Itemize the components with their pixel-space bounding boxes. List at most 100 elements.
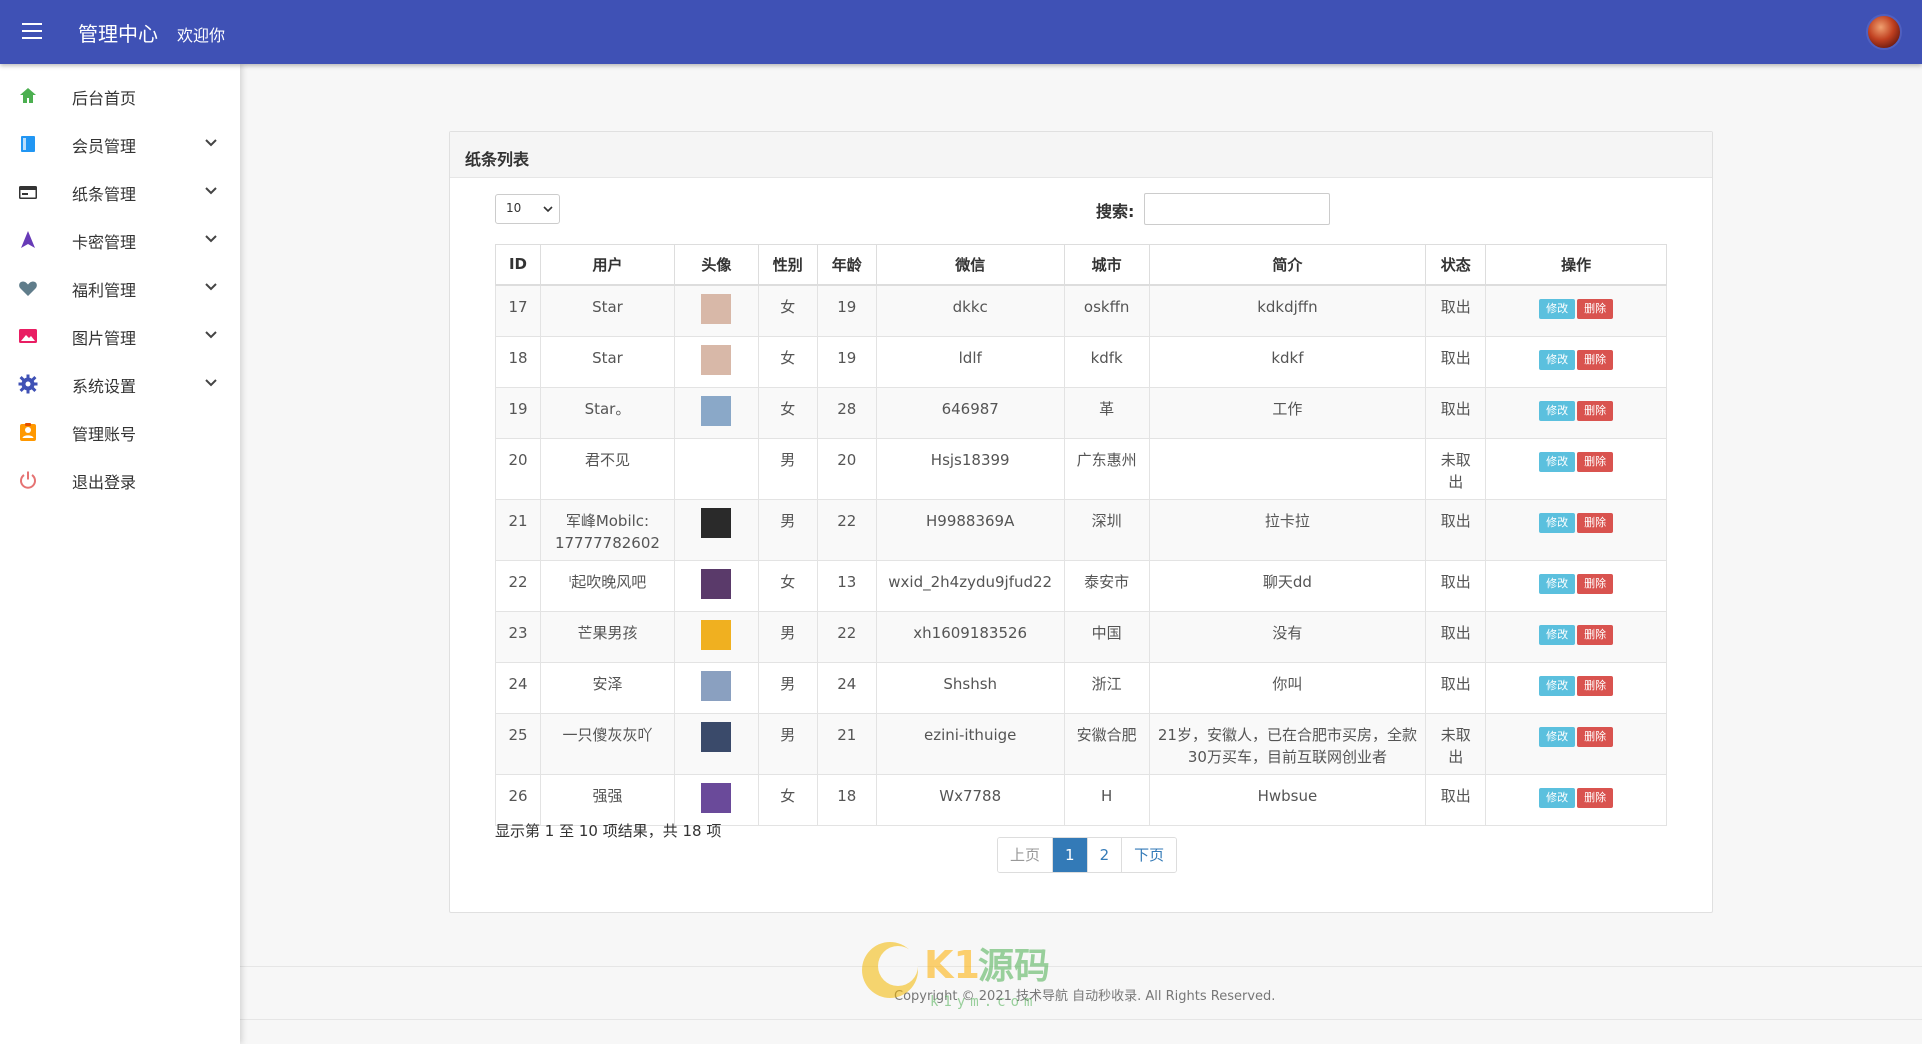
- cell-status: 取出: [1425, 559, 1487, 612]
- actions-cell: 修改 删除: [1485, 610, 1667, 663]
- edit-button[interactable]: 修改: [1539, 787, 1576, 808]
- col-intro[interactable]: 简介: [1148, 244, 1427, 286]
- cell-gender: 女: [757, 284, 818, 337]
- cell-city: 广东惠州: [1063, 437, 1150, 500]
- page-1-button[interactable]: 1: [1052, 838, 1087, 872]
- edit-button[interactable]: 修改: [1539, 512, 1576, 533]
- page-length-select[interactable]: 10: [495, 194, 560, 224]
- cell-status: 取出: [1425, 773, 1487, 826]
- edit-button[interactable]: 修改: [1539, 349, 1576, 370]
- sidebar-item[interactable]: 纸条管理: [0, 167, 240, 215]
- book-icon: [18, 134, 38, 154]
- sidebar-item[interactable]: 系统设置: [0, 359, 240, 407]
- col-user[interactable]: 用户: [539, 244, 675, 286]
- sidebar-item-label: 会员管理: [72, 137, 137, 156]
- cell-age: 20: [816, 437, 877, 500]
- actions-cell: 修改 删除: [1485, 386, 1667, 439]
- edit-button[interactable]: 修改: [1539, 624, 1576, 645]
- cell-gender: 女: [757, 559, 818, 612]
- actions-cell: 修改 删除: [1485, 284, 1667, 337]
- table-header-row: ID 用户 头像 性别 年龄 微信 城市 简介 状态 操作: [495, 244, 1667, 286]
- edit-button[interactable]: 修改: [1539, 451, 1576, 472]
- cell-intro: kdkf: [1148, 335, 1427, 388]
- actions-cell: 修改 删除: [1485, 712, 1667, 775]
- col-city[interactable]: 城市: [1063, 244, 1150, 286]
- next-page-button[interactable]: 下页: [1121, 838, 1177, 872]
- delete-button[interactable]: 删除: [1577, 787, 1614, 808]
- search-input[interactable]: [1144, 193, 1330, 225]
- sidebar-item[interactable]: 卡密管理: [0, 215, 240, 263]
- menu-icon[interactable]: [22, 23, 42, 41]
- cell-gender: 女: [757, 335, 818, 388]
- edit-button[interactable]: 修改: [1539, 298, 1576, 319]
- sidebar-item[interactable]: 退出登录: [0, 455, 240, 503]
- cell-status: 取出: [1425, 386, 1487, 439]
- cell-wechat: ezini-ithuige: [875, 712, 1065, 775]
- page-2-button[interactable]: 2: [1086, 838, 1122, 872]
- col-wechat[interactable]: 微信: [875, 244, 1065, 286]
- cell-intro: 没有: [1148, 610, 1427, 663]
- col-id[interactable]: ID: [495, 244, 541, 286]
- cell-intro: 聊天dd: [1148, 559, 1427, 612]
- cell-city: 革: [1063, 386, 1150, 439]
- cell-wechat: H9988369A: [875, 498, 1065, 561]
- delete-button[interactable]: 删除: [1577, 349, 1614, 370]
- cell-id: 25: [495, 712, 541, 775]
- delete-button[interactable]: 删除: [1577, 400, 1614, 421]
- table-row: 21 军峰Mobilc: 17777782602 男 22 H9988369A 深圳 拉卡拉…: [495, 498, 1667, 561]
- cell-status: 取出: [1425, 610, 1487, 663]
- delete-button[interactable]: 删除: [1577, 675, 1614, 696]
- data-table: ID 用户 头像 性别 年龄 微信 城市 简介 状态 操作 17 Star 女 19 d…: [495, 244, 1667, 826]
- table-row: 19 Star。女 28 646987 革工作 取出 修改 删除: [495, 386, 1667, 439]
- edit-button[interactable]: 修改: [1539, 726, 1576, 747]
- cell-age: 21: [816, 712, 877, 775]
- cell-id: 24: [495, 661, 541, 714]
- user-avatar[interactable]: [1866, 14, 1902, 50]
- cell-city: H: [1063, 773, 1150, 826]
- sidebar-item-label: 管理账号: [72, 425, 137, 444]
- col-age[interactable]: 年龄: [816, 244, 877, 286]
- cell-gender: 男: [757, 610, 818, 663]
- delete-button[interactable]: 删除: [1577, 726, 1614, 747]
- delete-button[interactable]: 删除: [1577, 298, 1614, 319]
- avatar: [701, 568, 732, 599]
- delete-button[interactable]: 删除: [1577, 451, 1614, 472]
- sidebar-item[interactable]: 图片管理: [0, 311, 240, 359]
- cell-intro: kdkdjffn: [1148, 284, 1427, 337]
- delete-button[interactable]: 删除: [1577, 573, 1614, 594]
- col-status[interactable]: 状态: [1425, 244, 1487, 286]
- table-row: 24 安泽男 24 Shshsh 浙江 你叫 取出 修改 删除: [495, 661, 1667, 714]
- edit-button[interactable]: 修改: [1539, 400, 1576, 421]
- list-panel: 纸条列表 10 搜索: ID 用户 头像 性别 年龄 微信 城市 简介 状态 操…: [449, 131, 1713, 913]
- sidebar-item-label: 卡密管理: [72, 233, 137, 252]
- avatar-cell: [673, 335, 759, 388]
- delete-button[interactable]: 删除: [1577, 624, 1614, 645]
- card-icon: [18, 182, 38, 202]
- sidebar-item[interactable]: 管理账号: [0, 407, 240, 455]
- navigation-icon: [18, 230, 38, 250]
- chevron-down-icon: [543, 206, 553, 213]
- delete-button[interactable]: 删除: [1577, 512, 1614, 533]
- table-row: 23 芒果男孩男 22 xh1609183526 中国 没有 取出 修改 删除: [495, 610, 1667, 663]
- cell-id: 18: [495, 335, 541, 388]
- table-row: 20 君不见男 20 Hsjs18399 广东惠州 未取出 修改 删除: [495, 437, 1667, 500]
- sidebar-item[interactable]: 会员管理: [0, 119, 240, 167]
- col-actions[interactable]: 操作: [1485, 244, 1667, 286]
- sidebar-item[interactable]: 后台首页: [0, 71, 240, 119]
- cell-city: kdfk: [1063, 335, 1150, 388]
- cell-age: 18: [816, 773, 877, 826]
- svg-text:k1ym.com: k1ym.com: [930, 994, 1037, 1010]
- cell-city: 中国: [1063, 610, 1150, 663]
- sidebar-item[interactable]: 福利管理: [0, 263, 240, 311]
- edit-button[interactable]: 修改: [1539, 675, 1576, 696]
- actions-cell: 修改 删除: [1485, 437, 1667, 500]
- prev-page-button[interactable]: 上页: [998, 838, 1053, 872]
- actions-cell: 修改 删除: [1485, 559, 1667, 612]
- edit-button[interactable]: 修改: [1539, 573, 1576, 594]
- cell-age: 19: [816, 284, 877, 337]
- col-gender[interactable]: 性别: [757, 244, 818, 286]
- avatar-cell: [673, 661, 759, 714]
- col-avatar[interactable]: 头像: [673, 244, 759, 286]
- account-icon: [18, 422, 38, 442]
- cell-gender: 男: [757, 712, 818, 775]
